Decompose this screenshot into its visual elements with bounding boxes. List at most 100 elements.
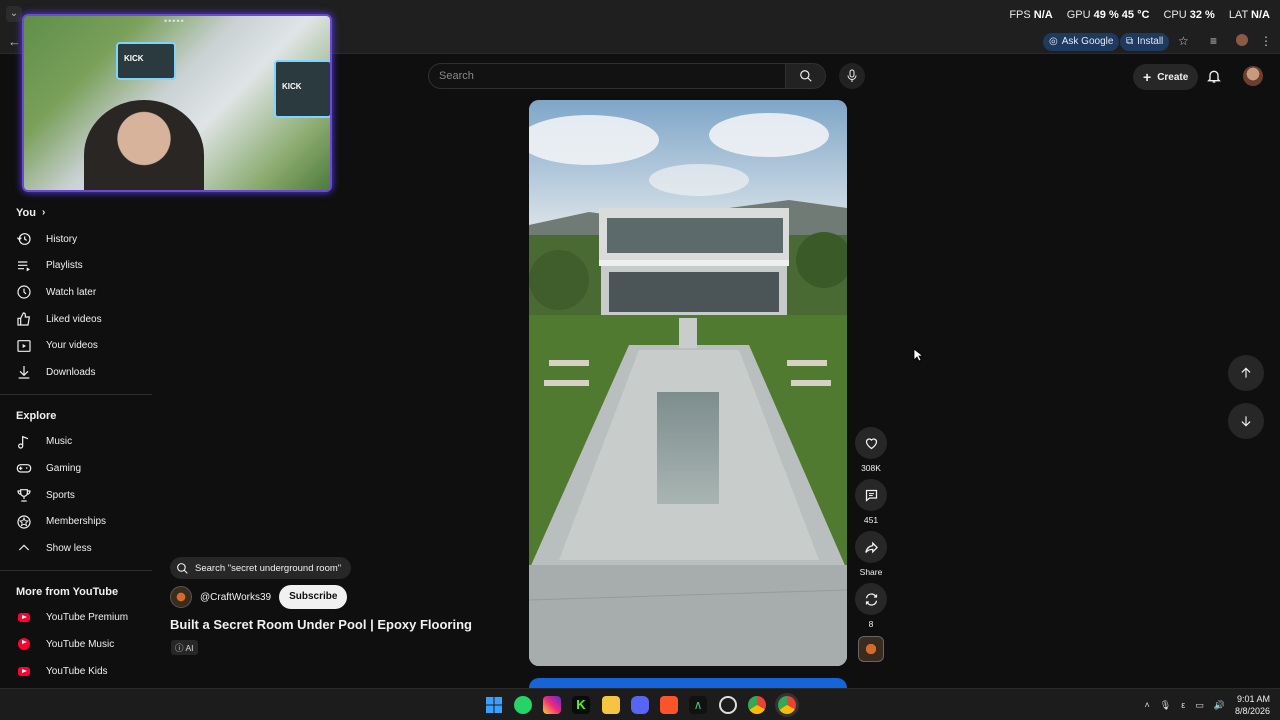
sidebar-item-history[interactable]: History: [0, 226, 152, 253]
discord-icon[interactable]: [631, 696, 649, 714]
taskbar-clock[interactable]: 9:01 AM 8/8/2026: [1235, 693, 1270, 717]
previous-short-button[interactable]: [1228, 355, 1264, 391]
comments-button[interactable]: [855, 479, 887, 511]
comments-action: 451: [855, 479, 887, 525]
sidebar-item-liked-videos[interactable]: Liked videos: [0, 306, 152, 333]
watch-later-icon: [17, 285, 31, 300]
app-icon[interactable]: ∧: [689, 696, 707, 714]
share-label: Share: [859, 567, 883, 577]
windows-start-icon[interactable]: [485, 696, 503, 714]
comment-icon: [865, 489, 877, 502]
sidebar-item-youtube-music[interactable]: YouTube Music: [0, 631, 152, 658]
search-button[interactable]: [786, 63, 826, 89]
channel-avatar[interactable]: [170, 586, 192, 608]
sidebar-item-memberships[interactable]: Memberships: [0, 508, 152, 535]
share-icon: [864, 541, 878, 553]
sidebar-item-sports[interactable]: Sports: [0, 482, 152, 509]
trophy-icon: [17, 489, 31, 502]
sidebar-item-gaming[interactable]: Gaming: [0, 455, 152, 482]
like-count: 308K: [861, 463, 881, 473]
microphone-icon[interactable]: 🎙: [1160, 700, 1171, 711]
remix-action: 8: [855, 583, 887, 629]
install-icon: ⧉: [1126, 36, 1134, 47]
sidebar-item-show-less[interactable]: Show less: [0, 535, 152, 562]
chevron-up-icon[interactable]: ˄: [1145, 700, 1150, 710]
remix-button[interactable]: [855, 583, 887, 615]
share-action: Share: [855, 531, 887, 577]
sidebar-item-watch-later[interactable]: Watch later: [0, 279, 152, 306]
back-arrow-icon[interactable]: ←: [8, 34, 21, 49]
microphone-icon: [847, 69, 857, 82]
like-action: 308K: [855, 427, 887, 473]
voice-search-button[interactable]: [839, 63, 865, 89]
info-icon: ⓘ: [175, 642, 184, 653]
heart-icon: [865, 437, 877, 449]
sidebar-you-heading[interactable]: You ›: [0, 200, 152, 226]
short-video-player[interactable]: [529, 100, 847, 666]
sidebar-item-your-videos[interactable]: Your videos: [0, 332, 152, 359]
brave-browser-icon[interactable]: [660, 696, 678, 714]
sidebar-divider: [0, 393, 152, 395]
sidebar-item-downloads[interactable]: Downloads: [0, 359, 152, 386]
tab-list-chevron-icon[interactable]: ⌄: [6, 6, 22, 22]
sidebar-item-music[interactable]: Music: [0, 429, 152, 456]
file-explorer-icon[interactable]: [602, 696, 620, 714]
media-controls-icon[interactable]: ≡: [1210, 34, 1217, 48]
sound-source-avatar[interactable]: [858, 636, 884, 662]
lat-stat: LAT N/A: [1228, 9, 1270, 21]
account-avatar[interactable]: [1243, 66, 1263, 86]
network-icon[interactable]: ▭: [1195, 700, 1204, 711]
search-icon: [799, 70, 812, 82]
chrome-active-icon[interactable]: [778, 696, 796, 714]
webcam-frame-dots: •••••: [164, 16, 185, 26]
instagram-icon[interactable]: [543, 696, 561, 714]
ai-label-badge[interactable]: ⓘ AI: [171, 640, 198, 655]
sidebar-explore-heading: Explore: [16, 409, 57, 422]
kick-app-icon[interactable]: K: [572, 696, 590, 714]
chevron-up-icon: [18, 544, 30, 551]
sidebar-more-heading: More from YouTube: [16, 585, 119, 598]
playlists-icon: [18, 261, 30, 272]
like-button[interactable]: [855, 427, 887, 459]
menu-dots-icon[interactable]: ⋮: [1260, 34, 1272, 48]
youtube-kids-icon: [16, 663, 32, 679]
cpu-stat: CPU 32 %: [1163, 9, 1215, 21]
mouse-cursor-icon: [913, 348, 923, 362]
youtube-music-icon: [16, 636, 32, 652]
sidebar-item-youtube-premium[interactable]: YouTube Premium: [0, 605, 152, 632]
create-button[interactable]: + Create: [1133, 64, 1199, 90]
notifications-bell-icon[interactable]: [1206, 68, 1222, 84]
channel-name[interactable]: @CraftWorks39: [200, 592, 271, 603]
sidebar-item-playlists[interactable]: Playlists: [0, 253, 152, 280]
profile-avatar[interactable]: [1236, 34, 1248, 46]
keyboard-layout-icon[interactable]: ε: [1181, 700, 1185, 710]
obs-icon[interactable]: [719, 696, 737, 714]
share-button[interactable]: [855, 531, 887, 563]
subscribe-button[interactable]: Subscribe: [279, 585, 348, 609]
remix-icon: [865, 592, 877, 606]
music-note-icon: [18, 435, 29, 449]
install-button[interactable]: ⧉ Install: [1120, 33, 1170, 51]
ask-google-button[interactable]: ◎ Ask Google: [1043, 33, 1120, 51]
your-videos-icon: [17, 339, 31, 352]
like-icon: [17, 312, 31, 326]
taskbar: K ∧ ˄ 🎙 ε ▭ 🔊 9:01 AM 8/8/2026: [0, 688, 1280, 720]
bookmark-star-icon[interactable]: ☆: [1178, 34, 1189, 48]
sidebar: You › History Playlists Watch later Like…: [0, 200, 152, 701]
whatsapp-icon[interactable]: [514, 696, 532, 714]
related-search-chip[interactable]: Search "secret underground room": [170, 557, 352, 579]
sidebar-item-youtube-kids[interactable]: YouTube Kids: [0, 658, 152, 685]
channel-row: @CraftWorks39 Subscribe: [170, 585, 348, 609]
system-tray: ˄ 🎙 ε ▭ 🔊 9:01 AM 8/8/2026: [1145, 693, 1271, 717]
gaming-icon: [16, 464, 32, 474]
search-input[interactable]: Search: [428, 63, 786, 89]
chrome-icon[interactable]: [748, 696, 766, 714]
lens-icon: ◎: [1049, 36, 1058, 47]
video-title[interactable]: Built a Secret Room Under Pool | Epoxy F…: [170, 617, 472, 632]
webcam-overlay: ••••• KICK KICK: [22, 14, 332, 192]
volume-icon[interactable]: 🔊: [1214, 700, 1225, 711]
youtube-premium-icon: [16, 610, 32, 626]
gpu-stat: GPU 49 % 45 °C: [1066, 9, 1150, 21]
performance-overlay: FPS N/A GPU 49 % 45 °C CPU 32 % LAT N/A: [1009, 9, 1270, 21]
next-short-button[interactable]: [1228, 403, 1264, 439]
